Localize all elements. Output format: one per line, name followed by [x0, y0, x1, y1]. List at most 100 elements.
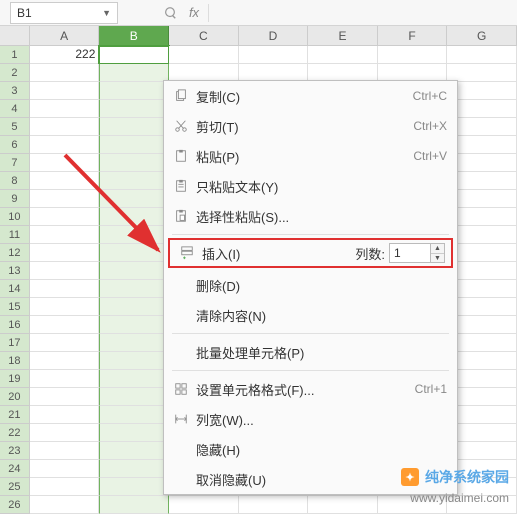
cell[interactable] — [99, 136, 169, 154]
cell[interactable] — [30, 100, 100, 118]
cell[interactable] — [30, 154, 100, 172]
menu-delete[interactable]: 删除(D) — [164, 270, 457, 300]
cell[interactable] — [30, 64, 100, 82]
cell[interactable] — [30, 208, 100, 226]
cell[interactable] — [239, 496, 309, 514]
cell[interactable] — [378, 46, 448, 64]
menu-cut[interactable]: 剪切(T) Ctrl+X — [164, 111, 457, 141]
cell[interactable] — [30, 370, 100, 388]
insert-count-spinner[interactable]: ▲ ▼ — [431, 243, 445, 263]
menu-batch-cells[interactable]: 批量处理单元格(P) — [164, 337, 457, 367]
cell[interactable] — [99, 298, 169, 316]
chevron-down-icon[interactable]: ▼ — [102, 8, 111, 18]
cell[interactable] — [308, 46, 378, 64]
cell[interactable] — [99, 46, 169, 64]
cell[interactable] — [30, 334, 100, 352]
cell[interactable] — [99, 82, 169, 100]
cell[interactable] — [99, 244, 169, 262]
row-header[interactable]: 26 — [0, 496, 30, 514]
row-header[interactable]: 8 — [0, 172, 30, 190]
cell[interactable] — [30, 442, 100, 460]
cell[interactable] — [99, 388, 169, 406]
cell[interactable] — [99, 424, 169, 442]
insert-count-input[interactable]: 1 — [389, 243, 431, 263]
column-header-C[interactable]: C — [169, 26, 239, 46]
cell[interactable] — [99, 334, 169, 352]
cell[interactable] — [99, 118, 169, 136]
cell[interactable] — [30, 82, 100, 100]
row-header[interactable]: 21 — [0, 406, 30, 424]
cell[interactable] — [99, 100, 169, 118]
row-header[interactable]: 7 — [0, 154, 30, 172]
cell[interactable] — [99, 442, 169, 460]
cell[interactable] — [30, 190, 100, 208]
row-header[interactable]: 4 — [0, 100, 30, 118]
cell[interactable] — [30, 262, 100, 280]
cell[interactable] — [99, 370, 169, 388]
cell[interactable] — [99, 64, 169, 82]
row-header[interactable]: 20 — [0, 388, 30, 406]
cell[interactable] — [30, 244, 100, 262]
cell[interactable] — [99, 352, 169, 370]
row-header[interactable]: 24 — [0, 460, 30, 478]
spinner-down-icon[interactable]: ▼ — [431, 254, 444, 263]
row-header[interactable]: 3 — [0, 82, 30, 100]
cell[interactable] — [99, 208, 169, 226]
row-header[interactable]: 14 — [0, 280, 30, 298]
row-header[interactable]: 15 — [0, 298, 30, 316]
cell[interactable] — [99, 190, 169, 208]
menu-paste[interactable]: 粘贴(P) Ctrl+V — [164, 141, 457, 171]
row-header[interactable]: 18 — [0, 352, 30, 370]
cancel-formula-icon[interactable] — [158, 6, 182, 20]
cell[interactable] — [30, 406, 100, 424]
column-header-G[interactable]: G — [447, 26, 517, 46]
cell[interactable] — [30, 226, 100, 244]
cell[interactable] — [239, 46, 309, 64]
row-header[interactable]: 6 — [0, 136, 30, 154]
cell[interactable] — [99, 478, 169, 496]
menu-insert-highlighted[interactable]: 插入(I) 列数: 1 ▲ ▼ — [168, 238, 453, 268]
row-header[interactable]: 16 — [0, 316, 30, 334]
cell[interactable] — [308, 496, 378, 514]
cell[interactable] — [99, 154, 169, 172]
menu-column-width[interactable]: 列宽(W)... — [164, 404, 457, 434]
cell[interactable] — [30, 496, 100, 514]
cell-reference-box[interactable]: B1 ▼ — [10, 2, 118, 24]
menu-format-cells[interactable]: 设置单元格格式(F)... Ctrl+1 — [164, 374, 457, 404]
cell[interactable] — [99, 496, 169, 514]
column-header-E[interactable]: E — [308, 26, 378, 46]
select-all-corner[interactable] — [0, 26, 30, 46]
cell[interactable] — [99, 226, 169, 244]
cell[interactable] — [99, 280, 169, 298]
column-header-F[interactable]: F — [378, 26, 448, 46]
cell[interactable] — [99, 172, 169, 190]
menu-paste-text[interactable]: 只粘贴文本(Y) — [164, 171, 457, 201]
row-header[interactable]: 12 — [0, 244, 30, 262]
cell[interactable] — [99, 406, 169, 424]
cell[interactable] — [30, 298, 100, 316]
row-header[interactable]: 13 — [0, 262, 30, 280]
menu-paste-special[interactable]: 选择性粘贴(S)... — [164, 201, 457, 231]
cell[interactable] — [30, 136, 100, 154]
row-header[interactable]: 5 — [0, 118, 30, 136]
cell[interactable] — [169, 496, 239, 514]
row-header[interactable]: 2 — [0, 64, 30, 82]
cell[interactable] — [30, 424, 100, 442]
column-header-B[interactable]: B — [99, 26, 169, 46]
row-header[interactable]: 19 — [0, 370, 30, 388]
cell[interactable] — [30, 352, 100, 370]
menu-hide[interactable]: 隐藏(H) — [164, 434, 457, 464]
menu-clear[interactable]: 清除内容(N) — [164, 300, 457, 330]
cell[interactable] — [30, 118, 100, 136]
cell[interactable] — [30, 478, 100, 496]
cell[interactable] — [99, 316, 169, 334]
cell[interactable]: 222 — [30, 46, 100, 64]
cell[interactable] — [99, 262, 169, 280]
row-header[interactable]: 22 — [0, 424, 30, 442]
row-header[interactable]: 23 — [0, 442, 30, 460]
cell[interactable] — [30, 460, 100, 478]
row-header[interactable]: 17 — [0, 334, 30, 352]
column-header-D[interactable]: D — [239, 26, 309, 46]
row-header[interactable]: 1 — [0, 46, 30, 64]
cell[interactable] — [30, 316, 100, 334]
